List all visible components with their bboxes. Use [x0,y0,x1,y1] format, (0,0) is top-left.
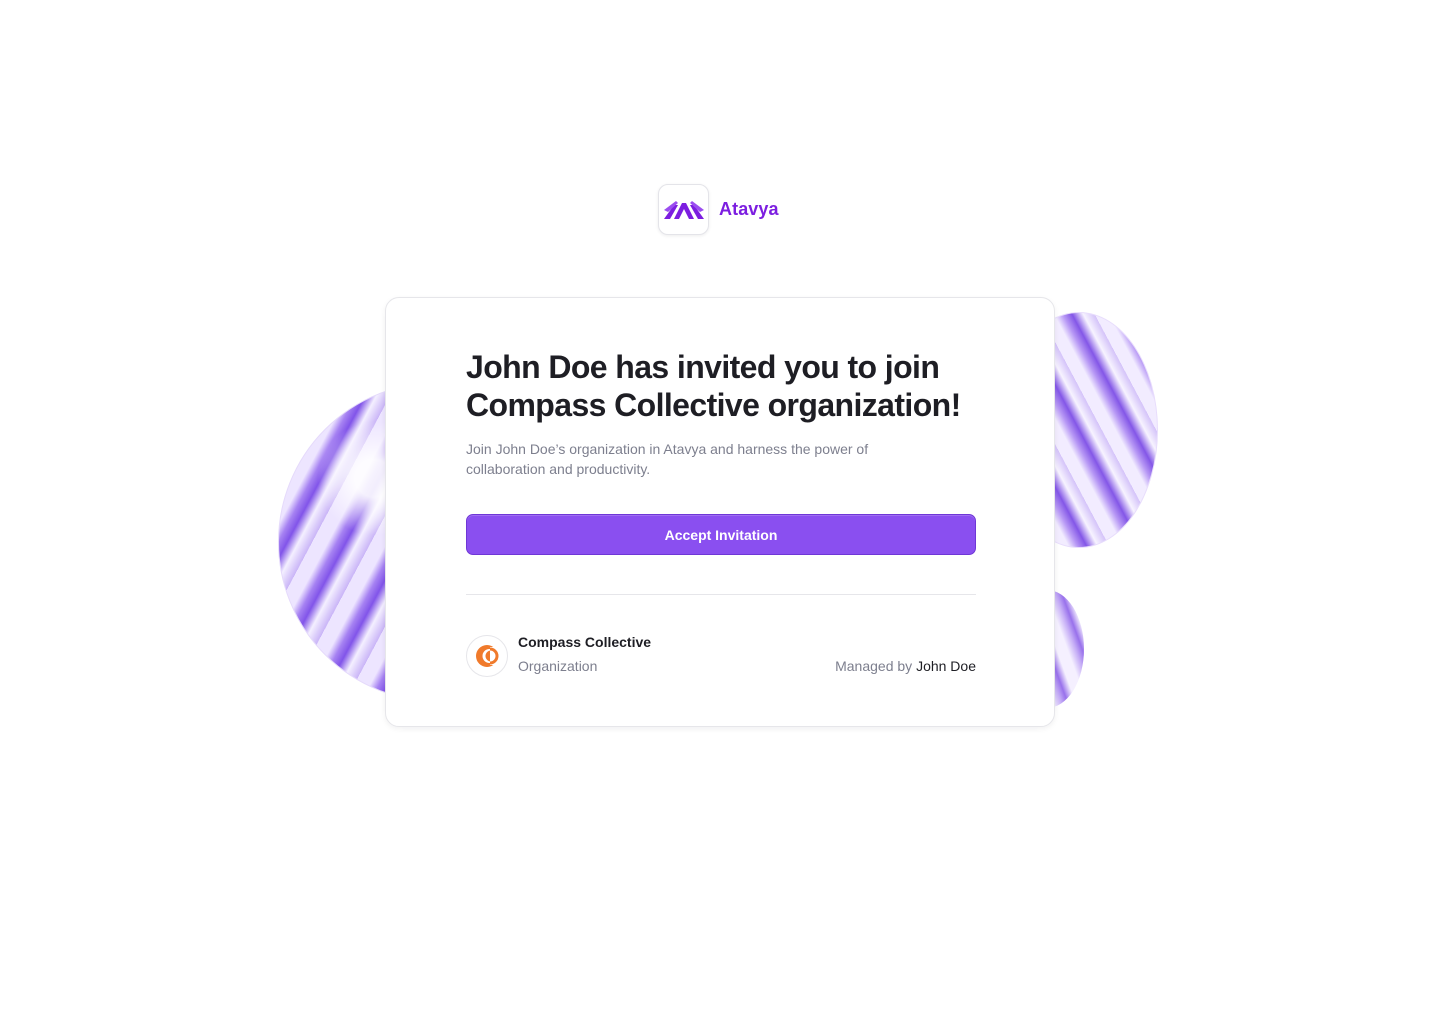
brand-name: Atavya [719,199,779,220]
brand-header: Atavya [658,184,779,235]
manager-name: John Doe [916,658,976,674]
organization-info: Compass Collective Organization Managed … [466,634,976,678]
atavya-logo-icon [658,184,709,235]
managed-by: Managed by John Doe [835,658,976,674]
accept-invitation-button[interactable]: Accept Invitation [466,514,976,555]
organization-name: Compass Collective [518,634,651,650]
divider [466,594,976,595]
managed-by-label: Managed by [835,658,912,674]
invitation-page: Atavya John Doe has invited you to join … [0,0,1440,1024]
organization-type: Organization [518,658,597,674]
invitation-headline: John Doe has invited you to join Compass… [466,348,976,424]
invitation-card: John Doe has invited you to join Compass… [385,297,1055,727]
compass-collective-logo-icon [466,635,508,677]
invitation-description: Join John Doe’s organization in Atavya a… [466,439,906,479]
headline-line-2: Compass Collective organization! [466,387,961,423]
headline-line-1: John Doe has invited you to join [466,349,939,385]
